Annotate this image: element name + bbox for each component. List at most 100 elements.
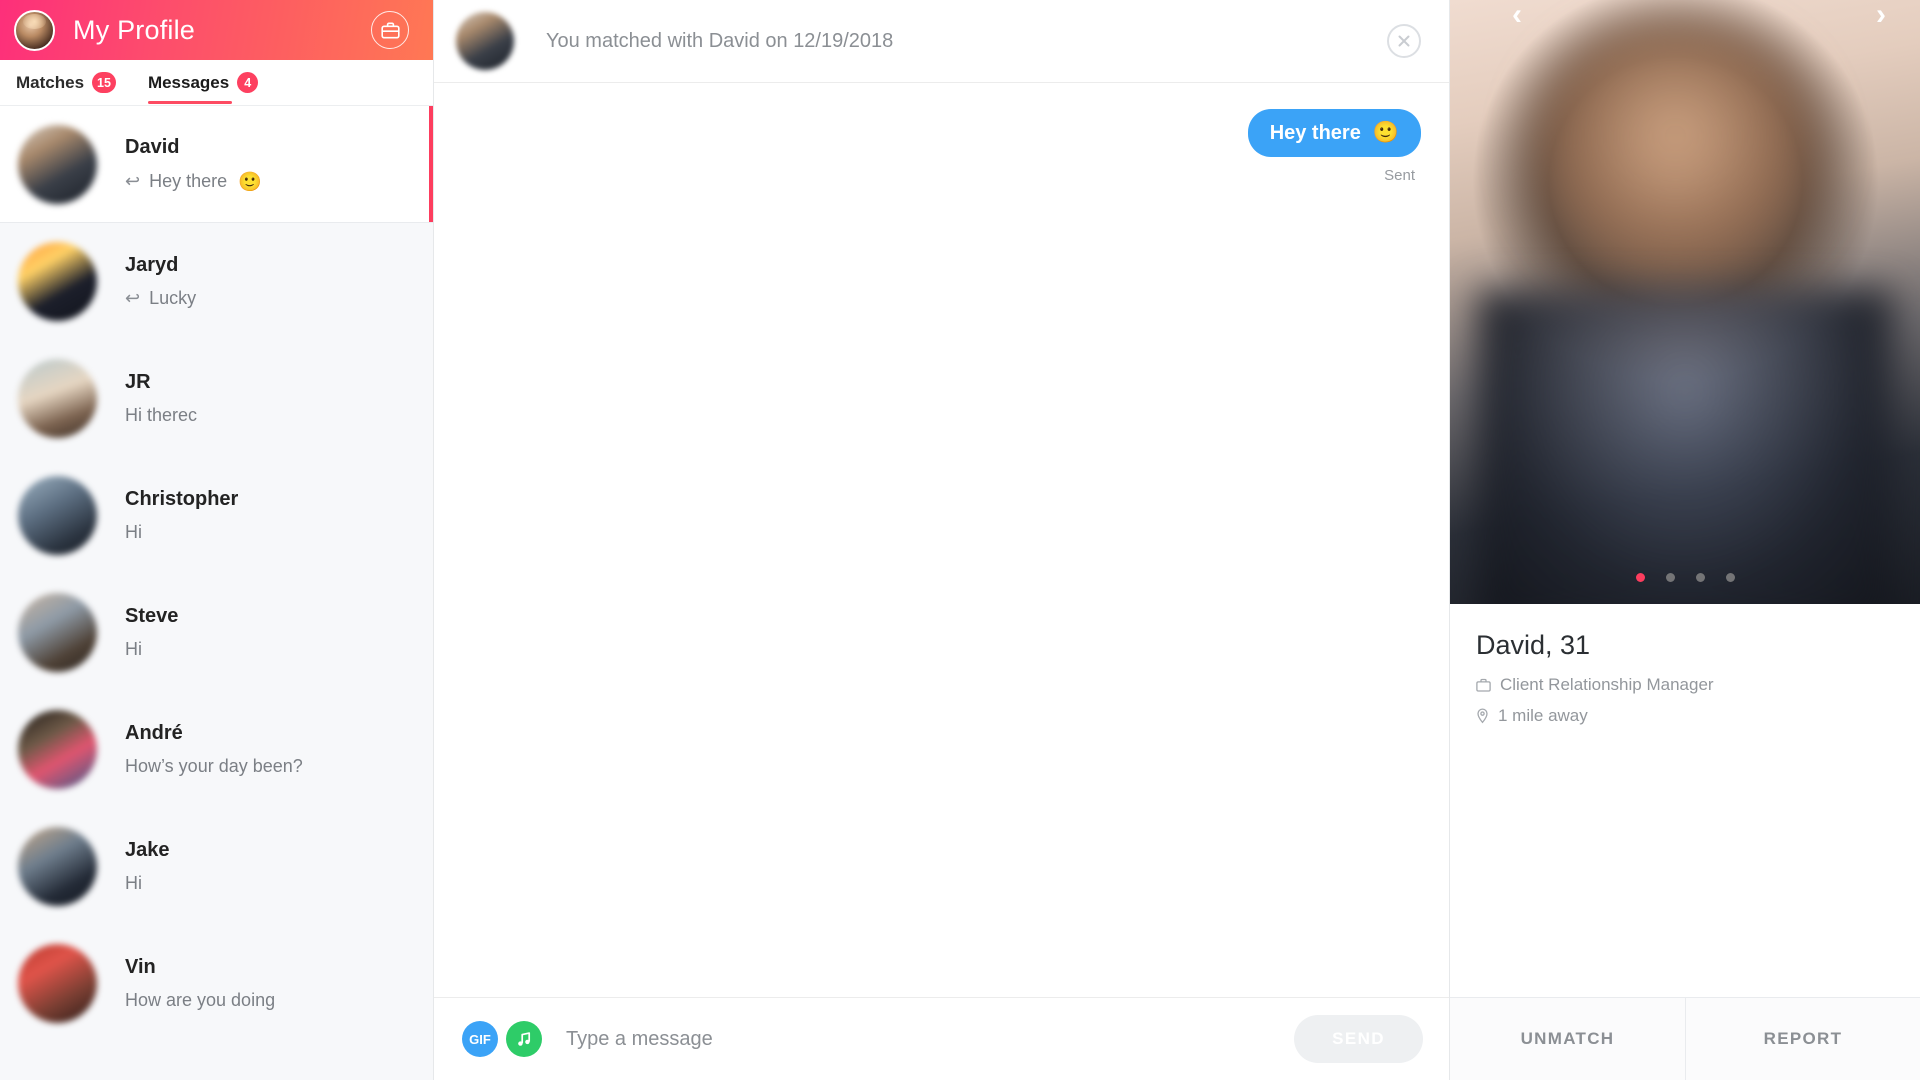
unmatch-button[interactable]: UNMATCH bbox=[1450, 998, 1685, 1080]
profile-name-age: David, 31 bbox=[1476, 630, 1591, 660]
profile-distance-row: 1 mile away bbox=[1476, 706, 1894, 726]
match-name: Christopher bbox=[125, 488, 239, 510]
match-text: Steve Hi bbox=[125, 605, 178, 660]
match-text: Vin How are you doing bbox=[125, 956, 275, 1011]
match-date-line: You matched with David on 12/19/2018 bbox=[546, 29, 894, 52]
match-list-item[interactable]: Steve Hi bbox=[0, 574, 433, 691]
profile-pane: ‹ › David, 31 Client Relationship Manage… bbox=[1450, 0, 1920, 1080]
match-text: Christopher Hi bbox=[125, 488, 238, 543]
profile-photo: ‹ › bbox=[1450, 0, 1920, 604]
match-text: Jaryd ↩ Lucky bbox=[125, 254, 196, 309]
match-text: André How’s your day been? bbox=[125, 722, 303, 777]
match-preview: Hi bbox=[125, 873, 170, 894]
match-list-item[interactable]: Christopher Hi bbox=[0, 457, 433, 574]
message-input[interactable] bbox=[566, 1027, 1295, 1051]
match-name: Jaryd bbox=[125, 254, 179, 276]
match-list-item[interactable]: Vin How are you doing bbox=[0, 925, 433, 1042]
carousel-prev-button[interactable]: ‹ bbox=[1512, 0, 1522, 30]
match-preview: Hi bbox=[125, 522, 238, 543]
report-button[interactable]: REPORT bbox=[1685, 998, 1920, 1080]
message-status: Sent bbox=[1384, 167, 1415, 184]
tab-messages-badge: 4 bbox=[237, 72, 259, 93]
reply-arrow-icon: ↩ bbox=[125, 288, 141, 308]
smiley-icon: 🙂 bbox=[238, 171, 262, 193]
match-avatar bbox=[18, 827, 97, 906]
match-avatar bbox=[18, 476, 97, 555]
match-preview-text: Hi therec bbox=[125, 405, 198, 425]
match-preview-text: Lucky bbox=[149, 288, 197, 308]
match-avatar bbox=[18, 944, 97, 1023]
send-button[interactable]: SEND bbox=[1294, 1015, 1423, 1063]
location-pin-icon bbox=[1476, 708, 1489, 724]
carousel-dot[interactable] bbox=[1635, 573, 1645, 582]
match-preview-text: How are you doing bbox=[125, 990, 276, 1010]
message-text: Hey there bbox=[1269, 121, 1361, 144]
match-name: Jake bbox=[125, 839, 170, 861]
profile-actions: UNMATCH REPORT bbox=[1450, 997, 1920, 1080]
match-text: David ↩ Hey there 🙂 bbox=[125, 136, 262, 194]
gif-button[interactable]: GIF bbox=[462, 1021, 498, 1057]
match-avatar bbox=[18, 125, 97, 204]
match-preview: How are you doing bbox=[125, 990, 275, 1011]
match-name: JR bbox=[125, 371, 151, 393]
carousel-dot[interactable] bbox=[1665, 573, 1675, 582]
page-title: My Profile bbox=[73, 14, 196, 45]
carousel-dots bbox=[1635, 573, 1735, 582]
match-avatar bbox=[18, 593, 97, 672]
match-avatar bbox=[18, 242, 97, 321]
match-name: André bbox=[125, 722, 183, 744]
match-list-item[interactable]: Jake Hi bbox=[0, 808, 433, 925]
match-preview: ↩ Lucky bbox=[125, 288, 196, 309]
avatar[interactable] bbox=[14, 9, 55, 51]
profile-info: David, 31 Client Relationship Manager 1 … bbox=[1450, 604, 1920, 737]
tab-messages-label: Messages bbox=[147, 72, 230, 92]
music-button[interactable] bbox=[506, 1021, 542, 1057]
match-preview-text: How’s your day been? bbox=[125, 756, 303, 776]
carousel-dot[interactable] bbox=[1725, 573, 1735, 582]
profile-job-label: Client Relationship Manager bbox=[1500, 675, 1714, 694]
match-list-item[interactable]: Jaryd ↩ Lucky bbox=[0, 223, 433, 340]
briefcase-button[interactable] bbox=[371, 11, 409, 49]
tab-matches-badge: 15 bbox=[92, 72, 116, 93]
match-preview-text: Hi bbox=[125, 873, 142, 893]
match-name: Vin bbox=[125, 956, 156, 978]
match-preview: Hi therec bbox=[125, 405, 197, 426]
match-list-item[interactable]: David ↩ Hey there 🙂 bbox=[0, 106, 433, 223]
match-preview: ↩ Hey there 🙂 bbox=[125, 170, 262, 194]
match-name: Steve bbox=[125, 605, 179, 627]
profile-job-row: Client Relationship Manager bbox=[1476, 675, 1894, 695]
close-icon bbox=[1398, 35, 1410, 47]
briefcase-icon bbox=[1476, 678, 1491, 692]
message-bubble-outgoing: Hey there 🙂 bbox=[1247, 109, 1421, 157]
sidebar-tabs: Matches 15 Messages 4 bbox=[0, 60, 433, 106]
chat-match-avatar[interactable] bbox=[456, 12, 514, 70]
app-root: My Profile Matches 15 Messages 4 David ↩ H… bbox=[0, 0, 1920, 1080]
match-preview-text: Hi bbox=[125, 639, 142, 659]
tab-matches-label: Matches bbox=[16, 72, 85, 92]
photo-carousel bbox=[1450, 573, 1920, 582]
match-preview-text: Hi bbox=[125, 522, 142, 542]
match-preview-text: Hey there bbox=[149, 171, 228, 191]
smiley-icon: 🙂 bbox=[1372, 121, 1399, 144]
match-list[interactable]: David ↩ Hey there 🙂 Jaryd ↩ Lucky JR Hi therec Ch… bbox=[0, 106, 433, 1080]
chat-header: You matched with David on 12/19/2018 bbox=[434, 0, 1449, 83]
match-preview: Hi bbox=[125, 639, 178, 660]
match-text: Jake Hi bbox=[125, 839, 170, 894]
carousel-dot[interactable] bbox=[1695, 573, 1705, 582]
tab-messages[interactable]: Messages 4 bbox=[147, 60, 259, 106]
match-avatar bbox=[18, 710, 97, 789]
match-avatar bbox=[18, 359, 97, 438]
match-list-item[interactable]: André How’s your day been? bbox=[0, 691, 433, 808]
match-preview: How’s your day been? bbox=[125, 756, 303, 777]
my-profile-header[interactable]: My Profile bbox=[0, 0, 433, 60]
sidebar: My Profile Matches 15 Messages 4 David ↩ H… bbox=[0, 0, 434, 1080]
match-list-item[interactable]: JR Hi therec bbox=[0, 340, 433, 457]
match-name: David bbox=[125, 135, 180, 158]
chat-message-list: Hey there 🙂 Sent bbox=[434, 83, 1449, 997]
tab-matches[interactable]: Matches 15 bbox=[16, 60, 116, 106]
close-button[interactable] bbox=[1387, 24, 1421, 58]
match-text: JR Hi therec bbox=[125, 371, 197, 426]
chat-panel: You matched with David on 12/19/2018 Hey… bbox=[434, 0, 1450, 1080]
carousel-next-button[interactable]: › bbox=[1876, 0, 1886, 30]
music-note-icon bbox=[517, 1031, 530, 1046]
